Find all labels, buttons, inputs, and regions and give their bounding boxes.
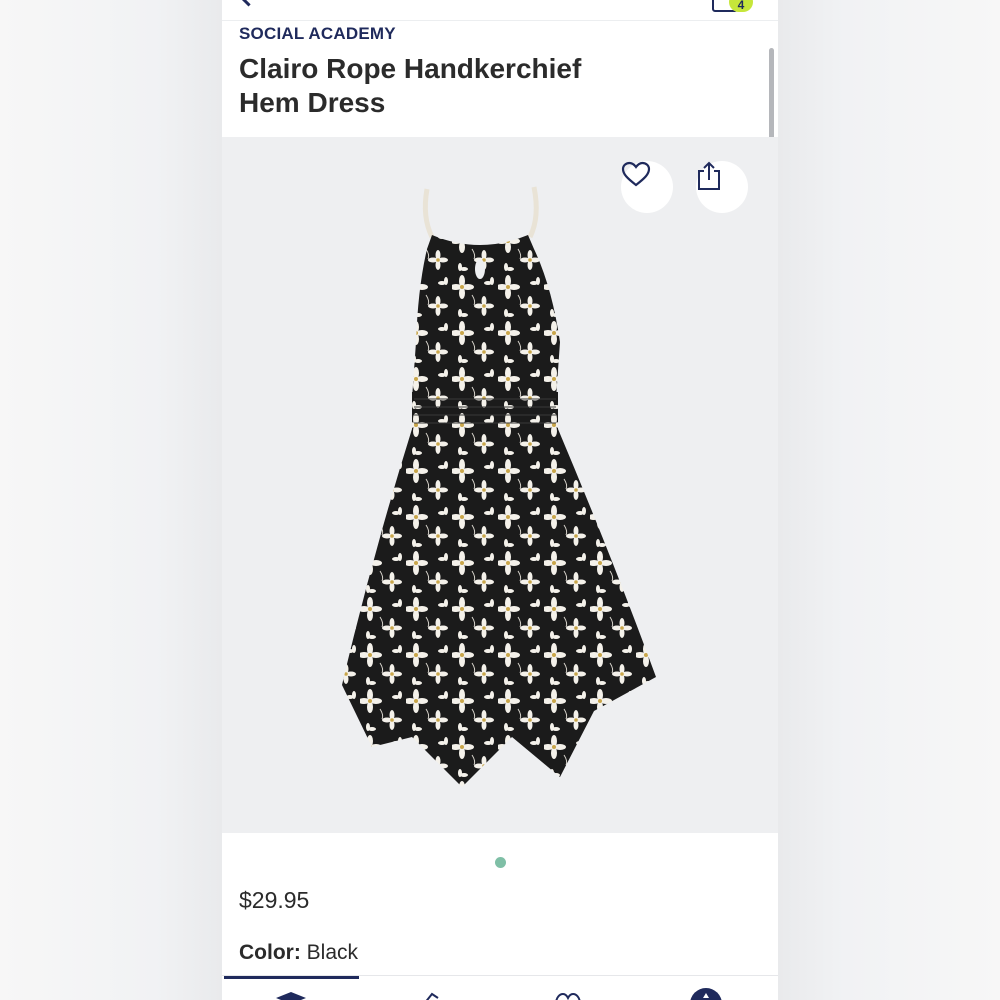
account-icon[interactable]: [690, 988, 722, 1000]
color-value: Black: [306, 941, 359, 964]
product-title: Clairo Rope Handkerchief Hem Dress: [239, 52, 659, 120]
dress-image: [342, 186, 656, 787]
background-blur-right: [778, 0, 1000, 1000]
brand-name[interactable]: SOCIAL ACADEMY: [239, 24, 396, 44]
chevron-left-icon[interactable]: [236, 0, 261, 7]
product-detail-screen: 4 SOCIAL ACADEMY Clairo Rope Handkerchie…: [222, 0, 778, 1000]
carousel-page-indicator[interactable]: [495, 857, 506, 868]
share-icon: [698, 161, 720, 190]
product-image-carousel[interactable]: [222, 137, 778, 833]
share-button[interactable]: [696, 161, 748, 213]
color-label: Color:: [239, 941, 301, 964]
color-selector: Color: Black: [239, 941, 358, 965]
heart-icon[interactable]: [554, 992, 582, 1000]
product-price: $29.95: [239, 887, 310, 913]
tag-icon[interactable]: [420, 992, 440, 1000]
top-nav-bar: 4: [222, 0, 778, 21]
cart-count-badge: 4: [729, 0, 753, 12]
active-tab-indicator: [224, 976, 359, 979]
background-blur-left: [0, 0, 222, 1000]
heart-icon: [621, 161, 651, 187]
graduation-cap-icon[interactable]: [276, 992, 306, 1000]
product-title-line-2: Hem Dress: [239, 87, 386, 118]
favorite-button[interactable]: [621, 161, 673, 213]
product-title-line-1: Clairo Rope Handkerchief: [239, 53, 582, 84]
